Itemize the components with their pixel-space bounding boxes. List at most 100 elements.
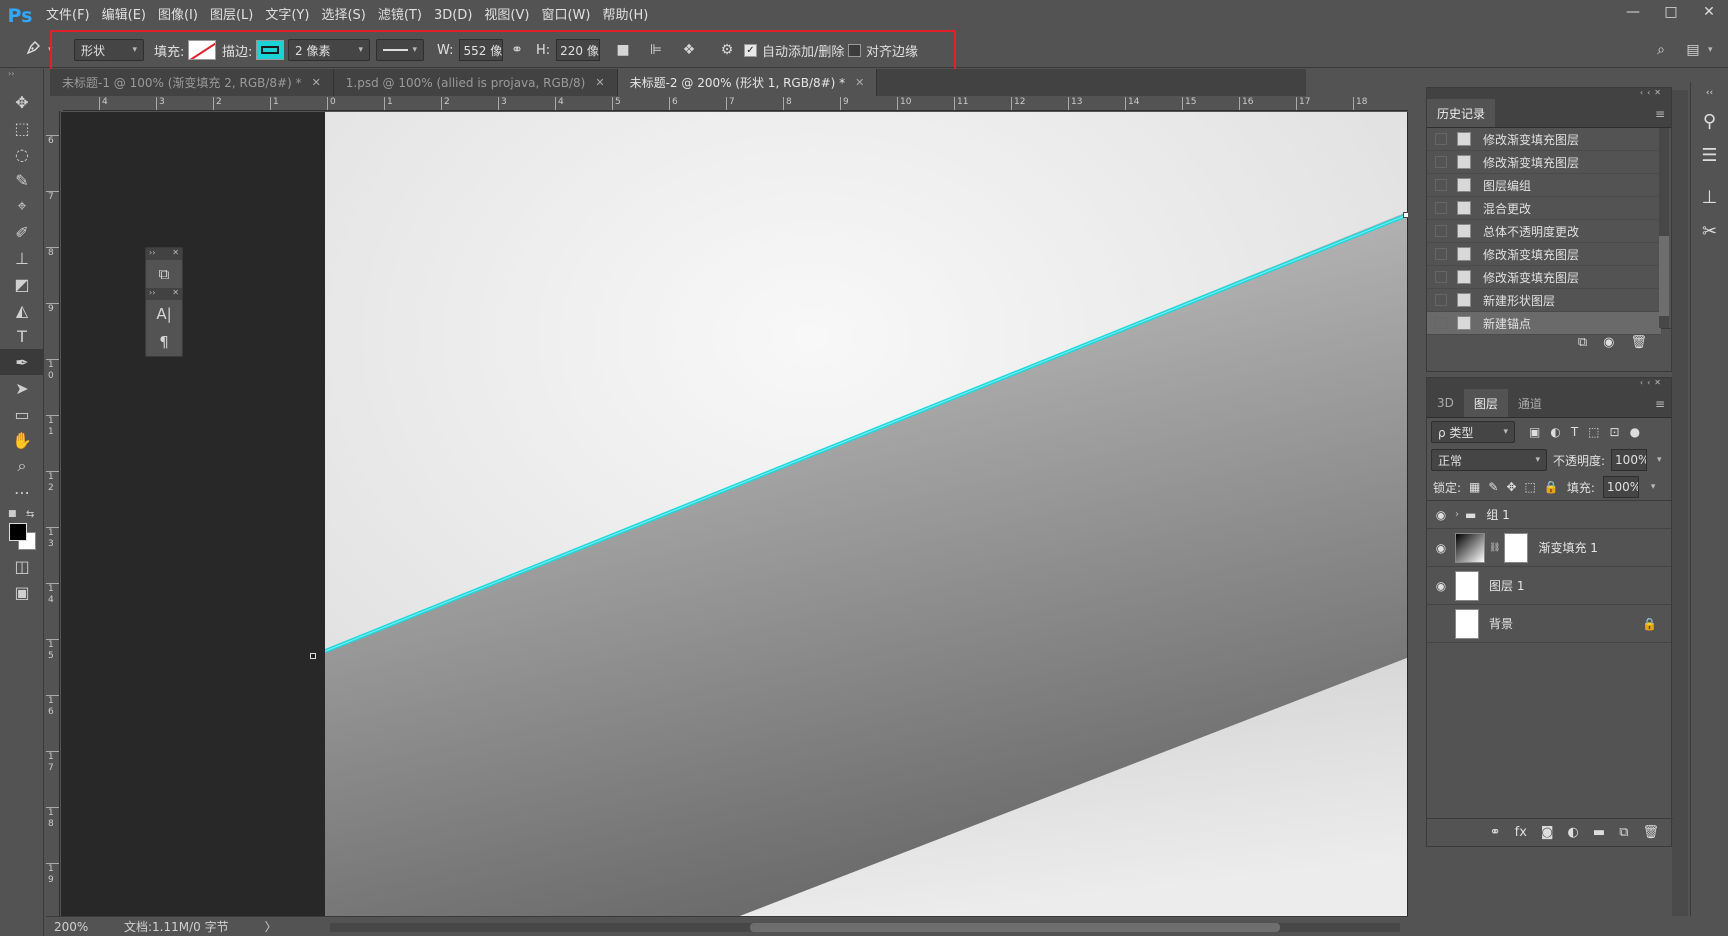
move-tool-icon[interactable]: ✥ [0, 89, 44, 115]
layer-row[interactable]: ◉ 背景 🔒 [1427, 605, 1671, 643]
brush-presets-icon[interactable]: ⚲ [1691, 104, 1728, 138]
status-arrow-icon[interactable]: 〉 [265, 918, 277, 935]
image-filter-icon[interactable]: ▣ [1529, 425, 1540, 439]
layer-row[interactable]: ◉ ⛓ 渐变填充 1 [1427, 529, 1671, 567]
menu-type[interactable]: 文字(Y) [259, 0, 315, 32]
lock-position-icon[interactable]: ✥ [1506, 480, 1516, 494]
scrollbar-thumb[interactable] [750, 923, 1280, 932]
path-selection-tool-icon[interactable]: ➤ [0, 375, 44, 401]
tab-channels[interactable]: 通道 [1508, 389, 1552, 417]
menu-filter[interactable]: 滤镜(T) [372, 0, 428, 32]
new-layer-icon[interactable]: ⧉ [1619, 825, 1628, 840]
fill-swatch[interactable] [188, 40, 217, 60]
layer-row[interactable]: ◉ 图层 1 [1427, 567, 1671, 605]
vertical-ruler[interactable]: 67891 01 11 21 31 41 51 61 71 81 9 [46, 111, 60, 916]
blend-mode-select[interactable]: 正常 ▾ [1431, 449, 1547, 471]
close-icon[interactable]: ✕ [172, 288, 179, 300]
width-input[interactable]: 552 像素 [459, 39, 504, 61]
paragraph-icon[interactable]: ¶ [146, 328, 182, 356]
path-operations-icon[interactable]: ■ [612, 42, 634, 58]
close-button[interactable]: ✕ [1690, 0, 1728, 24]
chevron-right-icon[interactable]: › [1455, 509, 1459, 520]
chevron-down-icon[interactable]: ▾ [1651, 482, 1656, 492]
tab-3d[interactable]: 3D [1427, 389, 1464, 417]
history-snapshot-checkbox[interactable] [1435, 294, 1447, 306]
menu-window[interactable]: 窗口(W) [535, 0, 596, 32]
expand-icon[interactable]: ›› [149, 288, 155, 300]
panels-scrollbar[interactable] [1672, 90, 1688, 916]
lasso-tool-icon[interactable]: ◌ [0, 141, 44, 167]
layer-filter-select[interactable]: ρ 类型 ▾ [1431, 421, 1515, 443]
eraser-tool-icon[interactable]: ◩ [0, 271, 44, 297]
menu-view[interactable]: 视图(V) [478, 0, 535, 32]
menu-file[interactable]: 文件(F) [40, 0, 96, 32]
history-item[interactable]: 图层编组 [1427, 174, 1661, 197]
chain-link-icon[interactable]: ⛓ [1489, 543, 1500, 553]
menu-select[interactable]: 选择(S) [315, 0, 371, 32]
quick-mask-icon[interactable]: ◫ [0, 553, 44, 579]
close-icon[interactable]: ✕ [1654, 378, 1665, 387]
history-snapshot-checkbox[interactable] [1435, 225, 1447, 237]
rectangle-tool-icon[interactable]: ▭ [0, 401, 44, 427]
lock-artboard-icon[interactable]: ⬚ [1525, 480, 1536, 494]
fill-input[interactable]: 100% [1602, 476, 1639, 498]
expand-icon[interactable]: ‹‹ [1691, 82, 1728, 104]
smart-object-filter-icon[interactable]: ⊡ [1610, 425, 1620, 439]
history-item[interactable]: 修改渐变填充图层 [1427, 243, 1661, 266]
collapse-icon[interactable]: ‹‹ [1640, 88, 1654, 97]
menu-layer[interactable]: 图层(L) [204, 0, 259, 32]
stroke-swatch[interactable] [256, 40, 285, 60]
tab-document-2[interactable]: 1.psd @ 100% (allied is projava, RGB/8) ✕ [334, 69, 618, 96]
tool-preset-picker[interactable]: ▾ [22, 39, 53, 61]
screen-mode-icon[interactable]: ▣ [0, 579, 44, 605]
quick-selection-tool-icon[interactable]: ✎ [0, 167, 44, 193]
pasteboard[interactable]: ›› ✕ ⧉ ›› ✕ A| ¶ [61, 112, 1408, 916]
gradient-tool-icon[interactable]: ◭ [0, 297, 44, 323]
properties-icon[interactable]: ⧉ [146, 260, 182, 288]
path-alignment-icon[interactable]: ⊫ [645, 42, 667, 58]
panel-menu-icon[interactable]: ≡ [1655, 107, 1665, 121]
close-icon[interactable]: ✕ [595, 76, 604, 89]
align-edges-checkbox[interactable] [848, 43, 861, 57]
eye-icon[interactable]: ◉ [1427, 508, 1455, 522]
adjustment-filter-icon[interactable]: ◐ [1550, 425, 1560, 439]
document-canvas[interactable] [325, 112, 1407, 916]
fx-icon[interactable]: fx [1515, 825, 1527, 840]
default-colors-icon[interactable]: ■ [8, 509, 17, 519]
trash-icon[interactable]: 🗑 [1630, 335, 1647, 350]
history-snapshot-checkbox[interactable] [1435, 248, 1447, 260]
anchor-point-end[interactable] [1403, 212, 1408, 218]
adjustment-layer-icon[interactable]: ◐ [1568, 825, 1579, 840]
history-snapshot-checkbox[interactable] [1435, 133, 1447, 145]
link-layers-icon[interactable]: ⚭ [1490, 825, 1501, 840]
history-item[interactable]: 修改渐变填充图层 [1427, 128, 1661, 151]
menu-3d[interactable]: 3D(D) [428, 0, 478, 32]
lock-pixels-icon[interactable]: ✎ [1488, 480, 1498, 494]
path-arrangement-icon[interactable]: ❖ [678, 42, 700, 58]
add-mask-icon[interactable]: ◙ [1541, 825, 1554, 840]
swap-colors-icon[interactable]: ⇆ [26, 509, 34, 520]
history-snapshot-checkbox[interactable] [1435, 179, 1447, 191]
history-scrollbar[interactable] [1659, 128, 1669, 328]
link-icon[interactable]: ⚭ [506, 42, 528, 58]
hand-tool-icon[interactable]: ✋ [0, 427, 44, 453]
stroke-width-select[interactable]: 2 像素 ▾ [288, 39, 370, 61]
history-snapshot-checkbox[interactable] [1435, 271, 1447, 283]
collapse-icon[interactable]: ›› [0, 69, 43, 81]
menu-edit[interactable]: 编辑(E) [96, 0, 152, 32]
history-snapshot-checkbox[interactable] [1435, 156, 1447, 168]
close-icon[interactable]: ✕ [172, 248, 179, 260]
history-item[interactable]: 修改渐变填充图层 [1427, 266, 1661, 289]
workspace-icon[interactable]: ▤ [1682, 42, 1704, 58]
panel-menu-icon[interactable]: ≡ [1655, 397, 1665, 411]
tab-layers[interactable]: 图层 [1463, 389, 1508, 417]
lock-all-icon[interactable]: 🔒 [1544, 480, 1559, 494]
more-tools-icon[interactable]: ⋯ [0, 479, 44, 505]
auto-add-delete-checkbox[interactable]: ✓ [744, 43, 757, 57]
eye-icon[interactable]: ◉ [1427, 541, 1455, 555]
color-swatches[interactable]: ■ ⇆ [0, 509, 43, 553]
tool-mode-select[interactable]: 形状 ▾ [74, 39, 144, 61]
close-icon[interactable]: ✕ [1654, 88, 1665, 97]
adjustments-icon[interactable]: ☰ [1691, 138, 1728, 172]
history-item[interactable]: 混合更改 [1427, 197, 1661, 220]
